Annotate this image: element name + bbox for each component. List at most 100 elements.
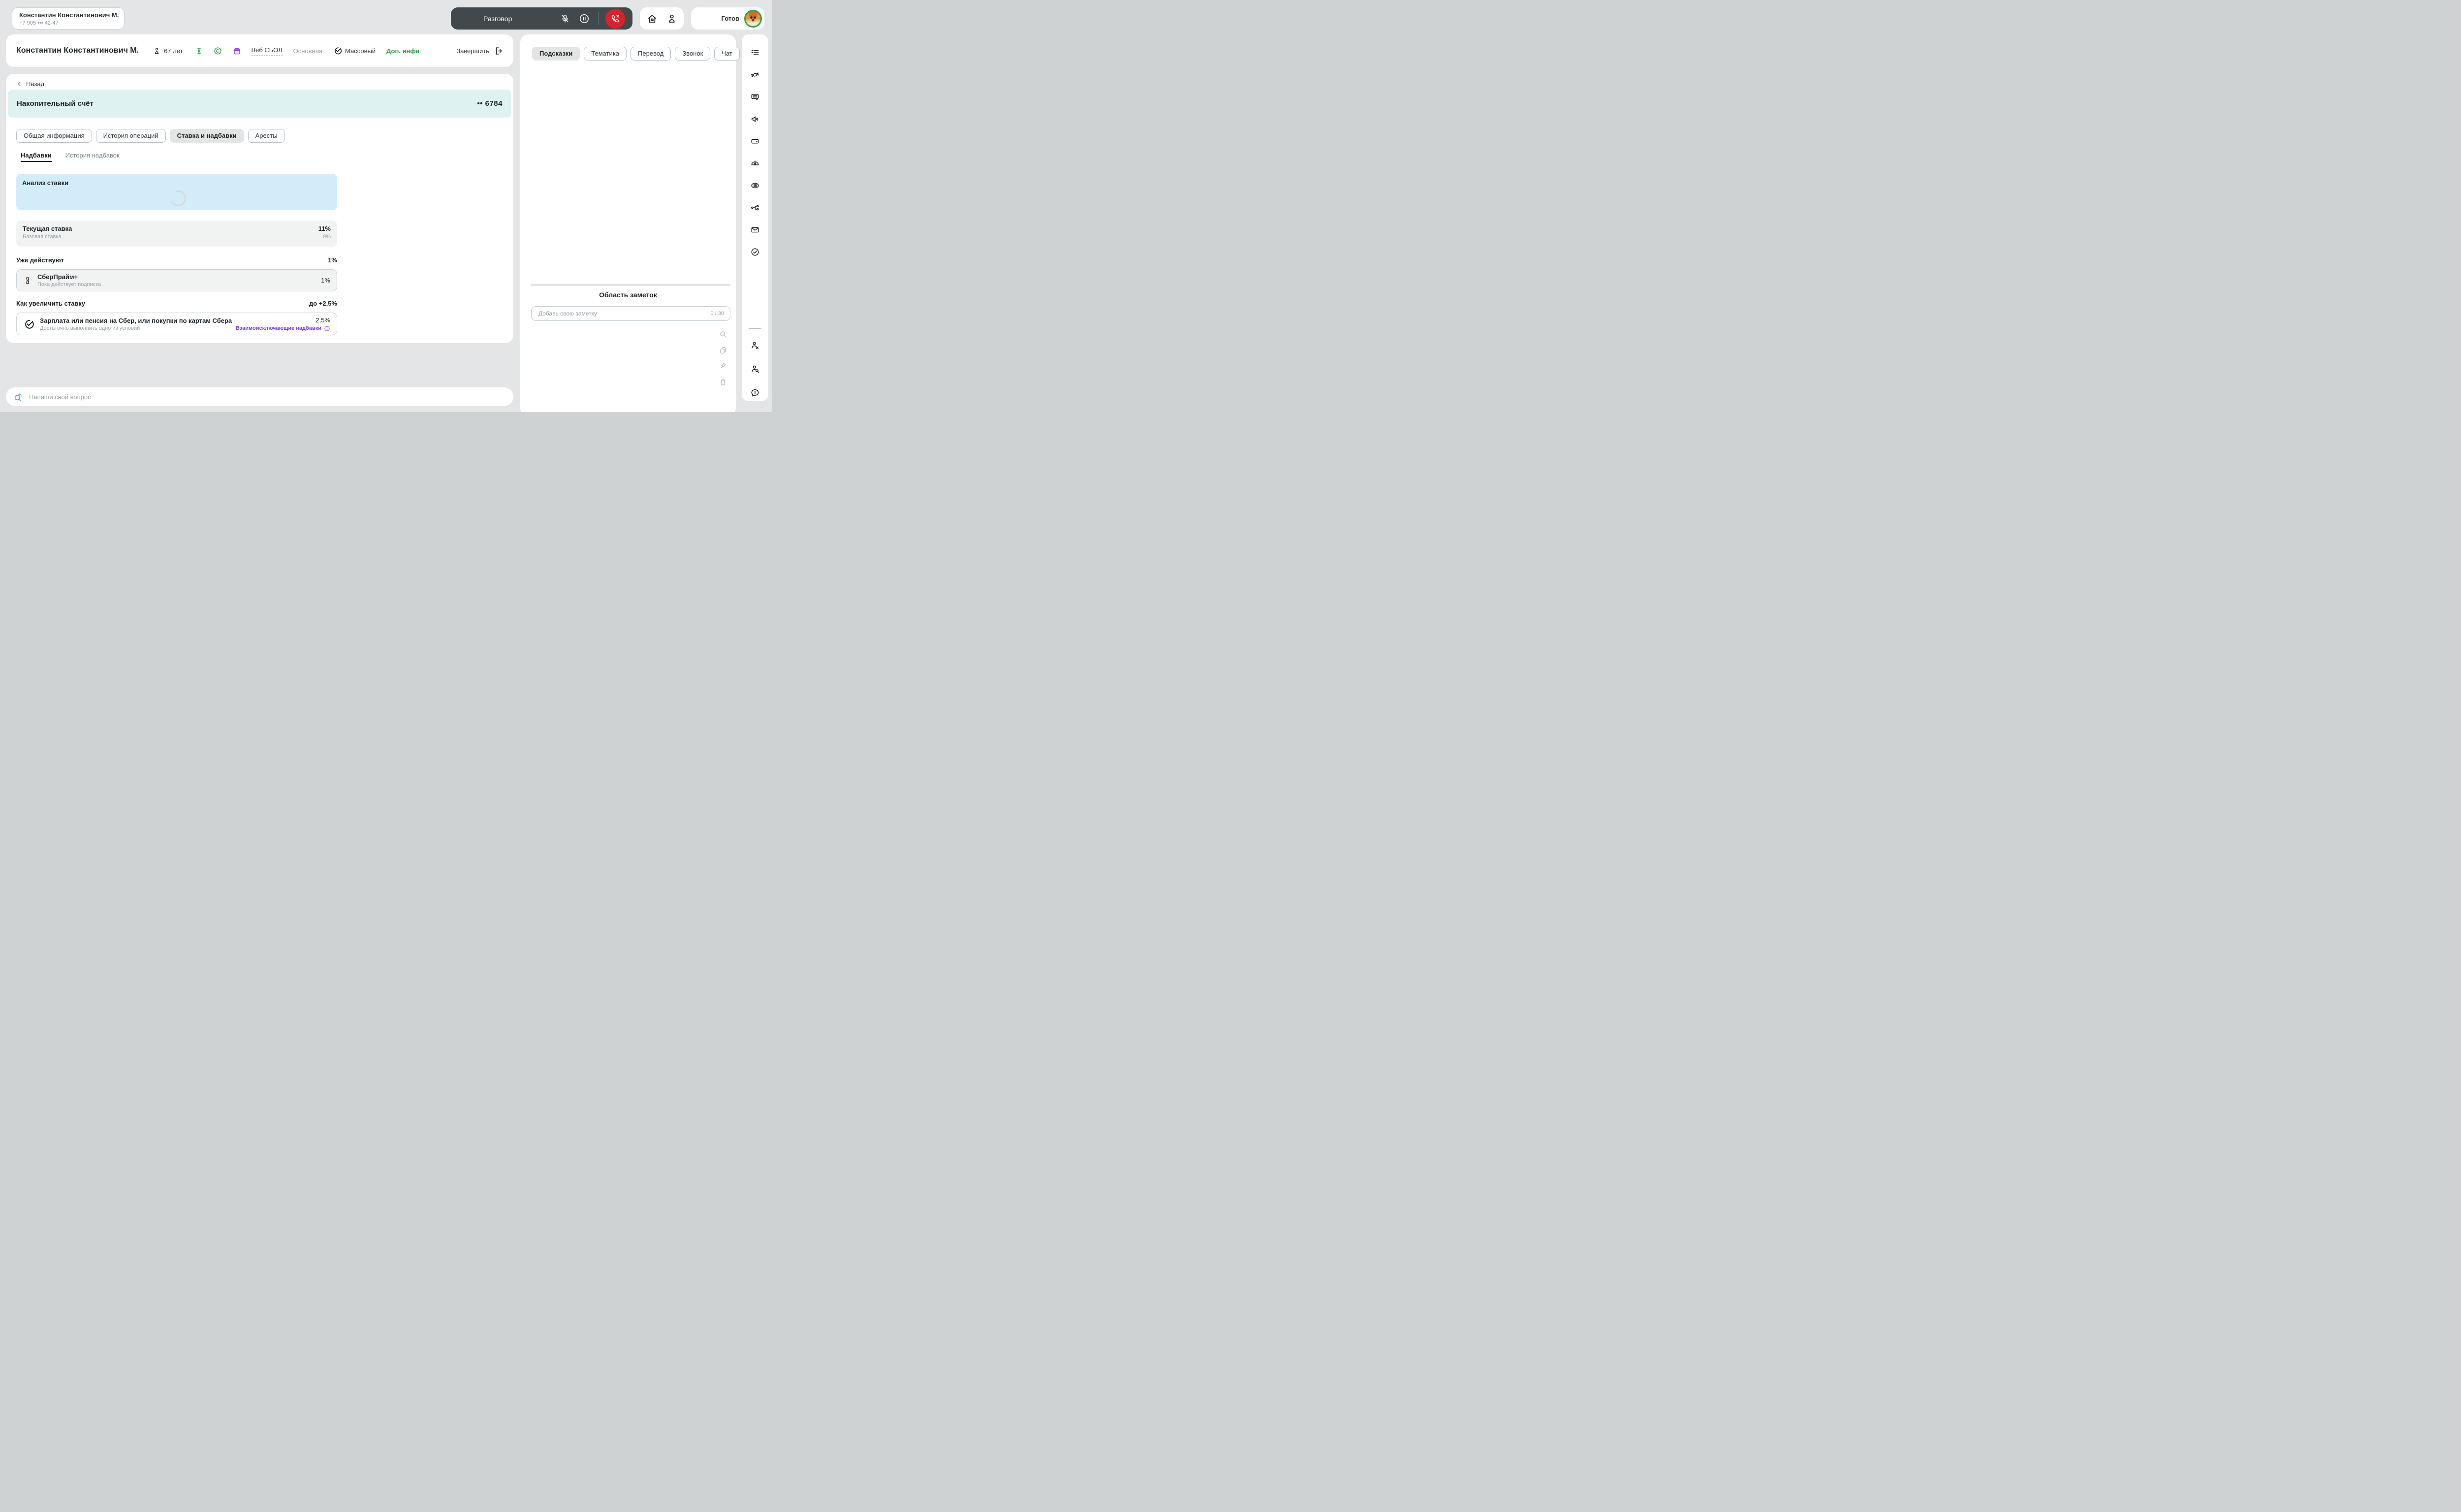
call-pill-divider — [598, 12, 599, 25]
extra-info-link[interactable]: Доп. инфа — [386, 47, 419, 55]
prime-flag-icon — [23, 276, 32, 285]
assistant-tabs: Подсказки Тематика Перевод Звонок Чат — [532, 47, 740, 61]
account-title-band: Накопительный счёт •• 6784 — [8, 90, 511, 118]
account-detail-panel: Назад Накопительный счёт •• 6784 Общая и… — [6, 74, 513, 343]
person-x-icon[interactable] — [750, 341, 760, 350]
note-input[interactable] — [537, 310, 707, 317]
app-window: Константин Константинович М. +7 905 ••• … — [0, 0, 772, 412]
loyalty-flag-icon[interactable] — [195, 47, 203, 55]
candy-icon[interactable] — [750, 70, 760, 80]
active-bonuses-heading: Уже действуют 1% — [16, 256, 337, 264]
incoming-client-chip[interactable]: Константин Константинович М. +7 905 ••• … — [12, 7, 125, 30]
list-icon[interactable] — [750, 48, 760, 58]
notes-divider — [531, 284, 730, 285]
rate-subtabs: Надбавки История надбавок — [21, 152, 120, 162]
agent-avatar[interactable] — [744, 9, 762, 28]
tab-rate-and-bonuses[interactable]: Ставка и надбавки — [169, 129, 244, 143]
base-rate-label: Базовая ставка — [23, 234, 62, 240]
tab-call[interactable]: Звонок — [675, 47, 711, 61]
condition-title: Зарплата или пенсия на Сбер, или покупки… — [40, 316, 232, 324]
speaker-icon[interactable] — [750, 114, 760, 124]
profile-icon[interactable] — [666, 13, 678, 25]
note-input-wrapper[interactable]: 0 / 30 — [531, 306, 730, 321]
assistant-panel: Подсказки Тематика Перевод Звонок Чат Об… — [520, 34, 740, 412]
tab-topics[interactable]: Тематика — [584, 47, 627, 61]
hangup-button[interactable] — [605, 8, 625, 29]
ai-search-icon — [13, 392, 23, 402]
agent-status-label: Готов — [721, 15, 739, 22]
prime-subtitle: Пока действует подписка — [37, 282, 101, 287]
condition-value: 2,5% — [316, 316, 330, 324]
prime-title: СберПрайм+ — [37, 273, 78, 281]
tab-hints[interactable]: Подсказки — [532, 47, 580, 61]
notes-area-title: Область заметок — [599, 291, 657, 299]
call-control-pill: Разговор — [451, 7, 632, 30]
condition-check-icon — [23, 318, 34, 330]
tab-arrests[interactable]: Аресты — [248, 129, 285, 143]
rate-analysis-card: Анализ ставки — [16, 174, 337, 210]
note-char-counter: 0 / 30 — [710, 311, 724, 316]
client-header-panel: Константин Константинович М. 67 лет Веб … — [6, 34, 513, 67]
question-input[interactable] — [28, 392, 506, 401]
hold-pause-icon[interactable] — [578, 13, 590, 25]
account-tabs: Общая информация История операций Ставка… — [16, 129, 285, 143]
chat-script-icon[interactable] — [750, 92, 760, 102]
gift-icon[interactable] — [232, 46, 242, 56]
home-icon[interactable] — [646, 13, 658, 25]
tab-transfer[interactable]: Перевод — [631, 47, 671, 61]
active-bonuses-title: Уже действуют — [16, 256, 64, 264]
person-age-icon — [153, 47, 161, 55]
client-age: 67 лет — [164, 47, 183, 55]
client-chip-name: Константин Константинович М. — [19, 11, 119, 19]
tab-operation-history[interactable]: История операций — [95, 129, 166, 143]
mutually-exclusive-link[interactable]: Взаимоисключающие надбавки — [236, 325, 330, 332]
mic-off-icon[interactable] — [560, 13, 570, 24]
agent-status-pill[interactable]: Готов — [691, 7, 764, 30]
channel-link[interactable]: Веб СБОЛ — [251, 46, 283, 56]
back-button[interactable]: Назад — [16, 80, 44, 88]
mail-icon[interactable] — [750, 225, 760, 235]
subtab-bonus-history[interactable]: История надбавок — [65, 152, 120, 162]
segment-check-icon — [333, 46, 342, 55]
network-icon[interactable] — [750, 203, 760, 213]
chat-alert-icon[interactable] — [750, 388, 760, 398]
base-rate-value: 9% — [323, 234, 331, 240]
info-exclamation-icon — [324, 325, 330, 331]
assistant-question-bar[interactable] — [6, 387, 513, 406]
subtab-bonuses[interactable]: Надбавки — [21, 152, 52, 162]
account-title: Накопительный счёт — [17, 99, 94, 108]
tab-general-info[interactable]: Общая информация — [16, 129, 92, 143]
finish-call-button[interactable]: Завершить — [456, 46, 503, 56]
tab-chat[interactable]: Чат — [714, 47, 740, 61]
current-rate-label: Текущая ставка — [23, 225, 72, 232]
pin-icon[interactable] — [719, 362, 727, 371]
summary-icon[interactable] — [750, 181, 760, 190]
finish-label: Завершить — [456, 47, 489, 55]
chevron-left-icon — [18, 82, 21, 86]
back-label: Назад — [26, 80, 45, 88]
logout-icon — [494, 46, 503, 56]
rail-divider — [749, 328, 761, 329]
workspace-nav-pill — [640, 7, 684, 30]
task-check-icon[interactable] — [750, 247, 760, 257]
prime-value: 1% — [321, 277, 330, 284]
person-search-icon[interactable] — [750, 364, 760, 374]
increase-rate-total: до +2,5% — [309, 300, 337, 307]
wallet-icon[interactable] — [750, 136, 760, 146]
sberprime-bonus-card[interactable]: СберПрайм+ Пока действует подписка 1% — [16, 269, 337, 291]
search-icon[interactable] — [719, 330, 727, 339]
loading-spinner — [167, 188, 189, 209]
rate-analysis-title: Анализ ставки — [22, 179, 69, 187]
condition-subtitle: Достаточно выполнить одно из условий — [40, 325, 140, 331]
call-state-label: Разговор — [483, 14, 512, 23]
gauge-icon[interactable] — [750, 158, 760, 168]
mutually-exclusive-label: Взаимоисключающие надбавки — [235, 325, 321, 331]
salary-condition-card[interactable]: Зарплата или пенсия на Сбер, или покупки… — [16, 313, 337, 335]
currency-c-icon[interactable] — [213, 46, 222, 56]
current-rate-value: 11% — [318, 225, 331, 232]
client-chip-phone: +7 905 ••• 42-47 — [19, 20, 59, 26]
client-name: Константин Константинович М. — [16, 46, 139, 55]
copy-icon[interactable] — [719, 346, 727, 355]
current-rate-card: Текущая ставка 11% Базовая ставка 9% — [16, 220, 337, 247]
trash-icon[interactable] — [719, 378, 727, 387]
